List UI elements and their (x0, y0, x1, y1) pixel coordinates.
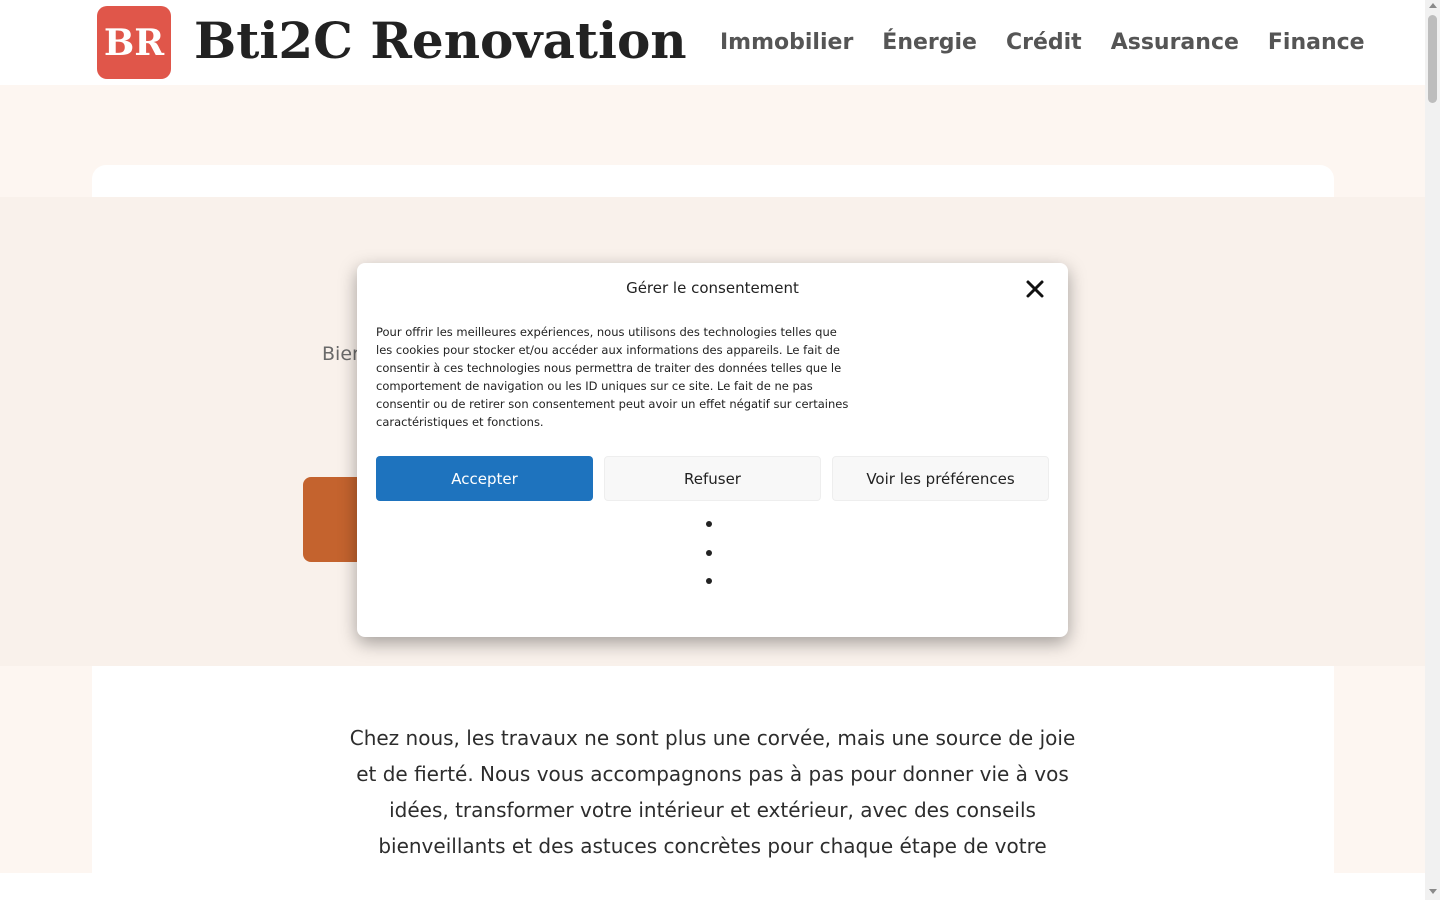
nav-item-finance[interactable]: Finance (1268, 26, 1365, 60)
accept-button[interactable]: Accepter (376, 456, 593, 501)
consent-title: Gérer le consentement (626, 279, 799, 297)
scrollbar[interactable] (1425, 0, 1440, 900)
site-title[interactable]: Bti2C Renovation (194, 8, 690, 74)
close-icon[interactable] (1023, 277, 1047, 301)
list-bullet (706, 549, 712, 556)
consent-modal: Gérer le consentement Pour offrir les me… (357, 263, 1068, 637)
consent-links-list (706, 521, 712, 607)
hero-subtitle: Bier (322, 343, 360, 365)
arrow-down-icon[interactable] (1429, 889, 1437, 894)
scroll-thumb[interactable] (1428, 15, 1437, 103)
site-logo[interactable]: BR (97, 6, 171, 79)
refuse-button[interactable]: Refuser (604, 456, 821, 501)
preferences-button[interactable]: Voir les préférences (832, 456, 1049, 501)
page-bottom-strip (0, 873, 1425, 900)
nav-item-immobilier[interactable]: Immobilier (720, 26, 853, 60)
nav-item-assurance[interactable]: Assurance (1111, 26, 1239, 60)
main-nav: Immobilier Énergie Crédit Assurance Fina… (720, 26, 1365, 60)
nav-item-energie[interactable]: Énergie (882, 26, 977, 60)
list-bullet (706, 521, 712, 527)
consent-body: Pour offrir les meilleures expériences, … (376, 325, 849, 429)
site-header: BR Bti2C Renovation Immobilier Énergie C… (0, 0, 1425, 85)
nav-item-credit[interactable]: Crédit (1006, 26, 1082, 60)
arrow-up-icon[interactable] (1429, 3, 1437, 8)
content-card-top (92, 165, 1334, 197)
list-bullet (706, 578, 712, 584)
